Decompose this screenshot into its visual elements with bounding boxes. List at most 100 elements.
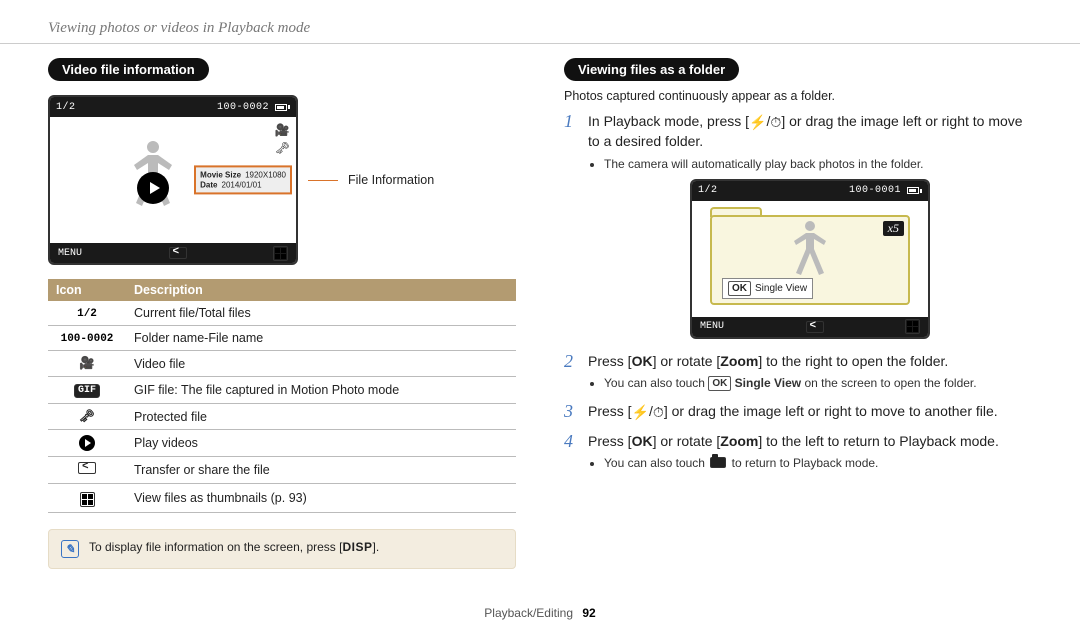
battery-icon	[907, 187, 922, 194]
disp-chip: DISP	[342, 540, 372, 554]
lcd-side-icons: 🎥 🗝	[275, 123, 290, 155]
zoom-text: Zoom	[720, 433, 758, 449]
thumbnail-icon	[80, 492, 95, 507]
video-icon: 🎥	[79, 357, 95, 371]
s4b-pre: You can also touch	[604, 456, 708, 470]
row-desc: Folder name-File name	[126, 326, 516, 351]
s3-pre: Press [	[588, 403, 632, 419]
s4b-post: to return to Playback mode.	[728, 456, 878, 470]
timer-icon: ⏱	[653, 405, 664, 419]
s1-pre: In Playback mode, press [	[588, 113, 749, 129]
flash-icon: ⚡	[632, 405, 649, 419]
info-v1: 1920X1080	[245, 170, 286, 180]
row-desc: View files as thumbnails (p. 93)	[126, 484, 516, 513]
timer-icon: ⏱	[770, 115, 781, 129]
thumbnail-icon	[273, 246, 288, 261]
right-column: Viewing files as a folder Photos capture…	[564, 58, 1032, 569]
s4-pre: Press [	[588, 433, 632, 449]
row-desc: Video file	[126, 351, 516, 377]
left-column: Video file information 1/2 100-0002	[48, 58, 516, 569]
lcd-counter: 1/2	[56, 102, 76, 113]
step-4: Press [OK] or rotate [Zoom] to the left …	[564, 431, 1032, 470]
s1-bullet: The camera will automatically play back …	[604, 157, 1032, 171]
table-row: GIF GIF file: The file captured in Motio…	[48, 377, 516, 404]
lcd-filecode: 100-0001	[849, 185, 901, 196]
s4-post: ] to the left to return to Playback mode…	[758, 433, 998, 449]
ok-key-text: OK	[632, 433, 653, 449]
icon-description-table: Icon Description 1/2 Current file/Total …	[48, 279, 516, 513]
lcd-top-bar: 1/2 100-0002	[50, 97, 296, 117]
ok-text: Single View	[755, 283, 807, 294]
footer-page: 92	[582, 606, 595, 620]
lcd-counter: 1/2	[698, 185, 718, 196]
share-icon	[169, 247, 187, 259]
table-row: 1/2 Current file/Total files	[48, 301, 516, 326]
battery-icon	[275, 104, 290, 111]
page-title: Viewing photos or videos in Playback mod…	[0, 0, 1080, 44]
lcd-filecode: 100-0002	[217, 102, 269, 113]
video-icon: 🎥	[275, 123, 290, 137]
step-1: In Playback mode, press [⚡/⏱] or drag th…	[564, 111, 1032, 339]
count-badge: x5	[883, 221, 904, 236]
step-2: Press [OK] or rotate [Zoom] to the right…	[564, 351, 1032, 391]
s4-bullet: You can also touch to return to Playback…	[604, 456, 1032, 470]
th-description: Description	[126, 279, 516, 301]
flash-icon: ⚡	[749, 115, 766, 129]
zoom-text: Zoom	[720, 353, 758, 369]
content-columns: Video file information 1/2 100-0002	[0, 44, 1080, 569]
note-pre: To display file information on the scree…	[89, 540, 342, 554]
table-row: 🎥 Video file	[48, 351, 516, 377]
lcd-menu: MENU	[700, 321, 724, 332]
row-desc: GIF file: The file captured in Motion Ph…	[126, 377, 516, 404]
lcd-figure-video: 1/2 100-0002 🎥 🗝 M	[48, 95, 516, 265]
table-row: 🗝 Protected file	[48, 404, 516, 430]
row-desc: Play videos	[126, 430, 516, 457]
section-heading-video-info: Video file information	[48, 58, 209, 81]
s2-mid: ] or rotate [	[653, 353, 721, 369]
ok-chip: OK	[708, 376, 731, 391]
lcd-top-bar: 1/2 100-0001	[692, 181, 928, 201]
section-heading-folder: Viewing files as a folder	[564, 58, 739, 81]
gif-icon: GIF	[74, 384, 100, 398]
play-icon	[137, 172, 169, 204]
callout-line	[308, 180, 338, 181]
lcd-screen: 1/2 100-0002 🎥 🗝 M	[48, 95, 298, 265]
table-row: Play videos	[48, 430, 516, 457]
counter-text: 1/2	[77, 308, 97, 320]
table-row: 100-0002 Folder name-File name	[48, 326, 516, 351]
s3-post: ] or drag the image left or right to mov…	[664, 403, 998, 419]
lcd-bottom-bar: MENU	[692, 317, 928, 337]
th-icon: Icon	[48, 279, 126, 301]
footer-section: Playback/Editing	[484, 606, 573, 620]
table-row: Transfer or share the file	[48, 457, 516, 484]
row-desc: Current file/Total files	[126, 301, 516, 326]
ok-single-view-button: OK Single View	[722, 278, 813, 299]
steps-list: In Playback mode, press [⚡/⏱] or drag th…	[564, 111, 1032, 470]
folder-icon	[710, 457, 726, 468]
play-icon	[79, 435, 95, 451]
share-icon	[78, 462, 96, 474]
row-desc: Transfer or share the file	[126, 457, 516, 484]
single-view-bold: Single View	[735, 376, 801, 390]
ok-key-text: OK	[632, 353, 653, 369]
share-icon	[806, 321, 824, 333]
table-row: View files as thumbnails (p. 93)	[48, 484, 516, 513]
row-desc: Protected file	[126, 404, 516, 430]
step-3: Press [⚡/⏱] or drag the image left or ri…	[564, 401, 1032, 421]
note-box: ✎ To display file information on the scr…	[48, 529, 516, 569]
callout-label: File Information	[348, 173, 434, 187]
lcd-screen-folder: 1/2 100-0001 x5	[690, 179, 930, 339]
s2-pre: Press [	[588, 353, 632, 369]
s2b-post: on the screen to open the folder.	[801, 376, 976, 390]
note-post: ].	[372, 540, 379, 554]
ok-key: OK	[728, 281, 751, 296]
lcd-body: 🎥 🗝 Movie Size1920X1080 Date2014/01/01	[50, 117, 296, 243]
folder-intro: Photos captured continuously appear as a…	[564, 89, 1032, 103]
note-text: To display file information on the scree…	[89, 540, 379, 554]
info-k1: Movie Size	[200, 170, 241, 180]
s2-post: ] to the right to open the folder.	[758, 353, 948, 369]
info-v2: 2014/01/01	[222, 180, 262, 190]
lcd-bottom-bar: MENU	[50, 243, 296, 263]
filecode-text: 100-0002	[61, 333, 114, 345]
thumbnail-icon	[905, 319, 920, 334]
